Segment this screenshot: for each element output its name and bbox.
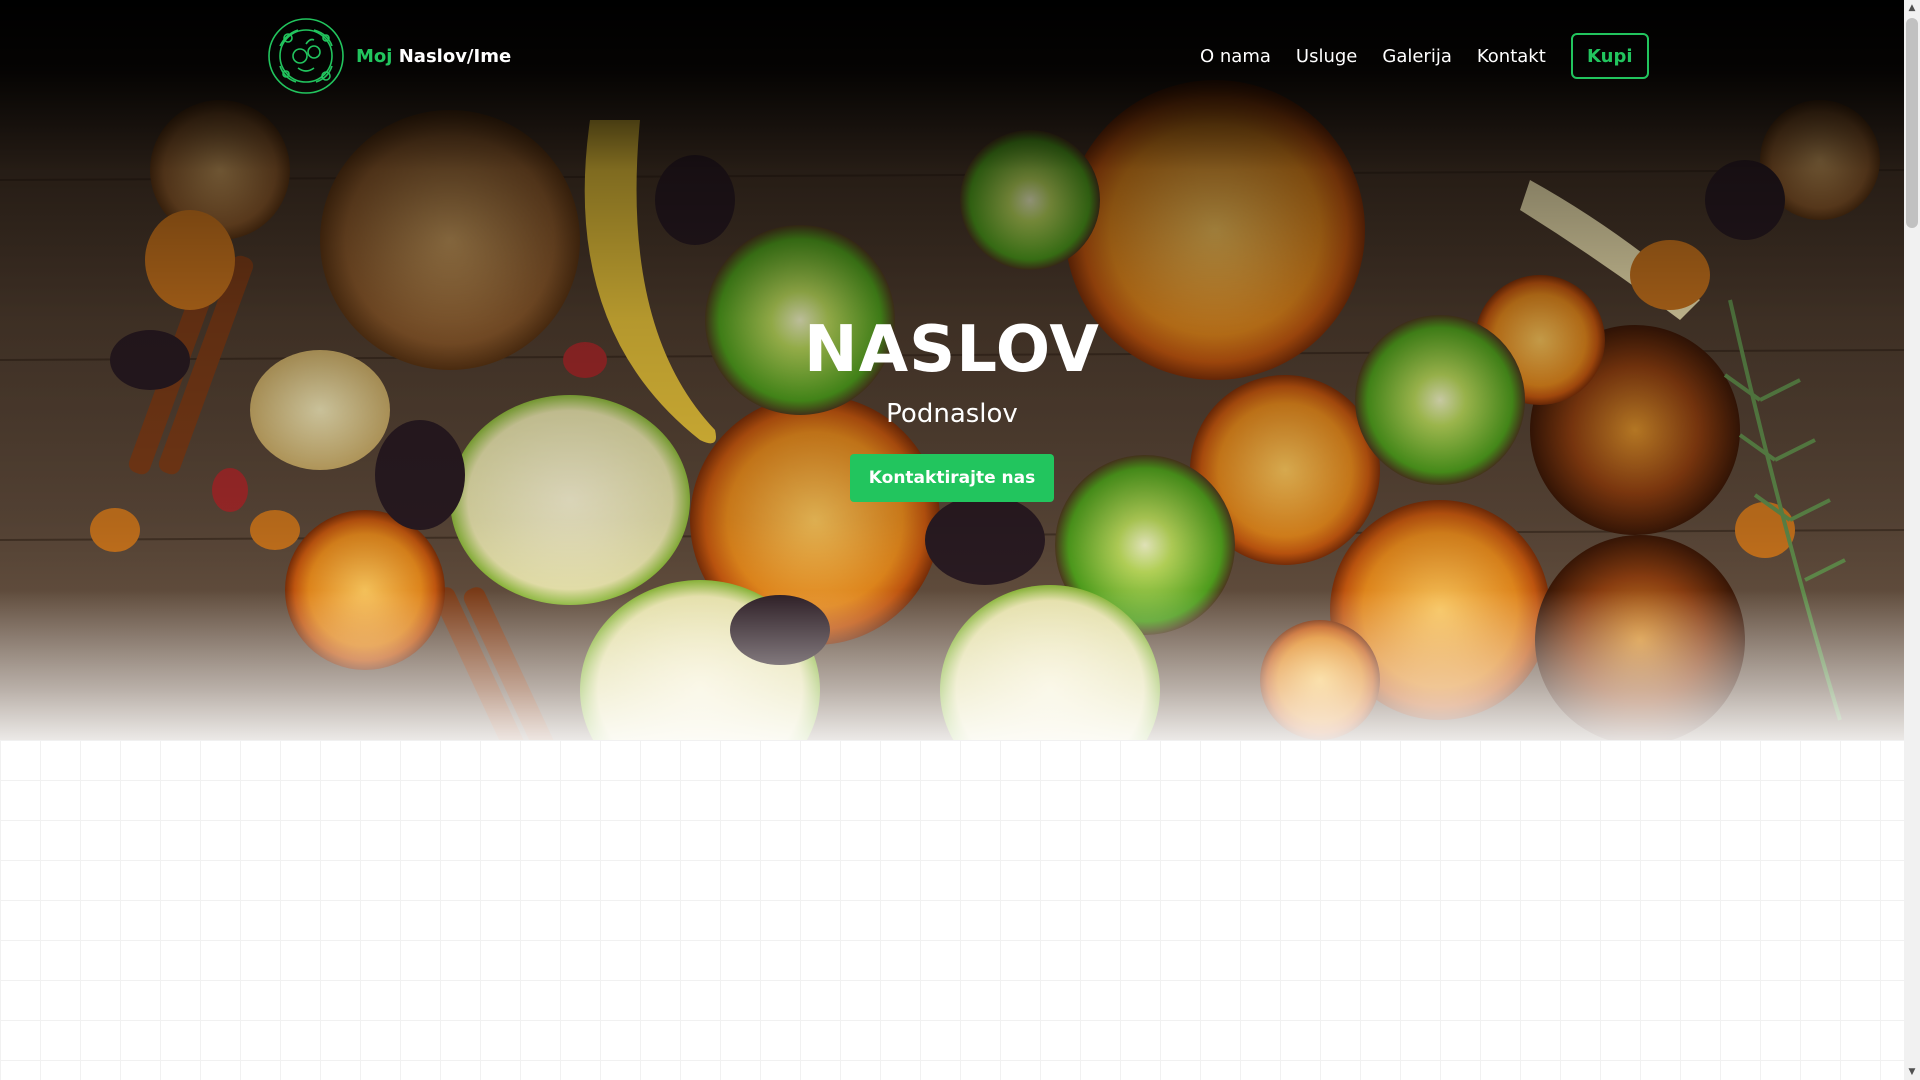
nav-link-o-nama[interactable]: O nama	[1200, 46, 1271, 67]
page-scrollbar[interactable]: ▲ ▼	[1904, 0, 1920, 1080]
content-grid-background	[0, 740, 1904, 1080]
contact-us-button[interactable]: Kontaktirajte nas	[850, 454, 1054, 502]
buy-button[interactable]: Kupi	[1570, 33, 1649, 79]
brand[interactable]: Moj Naslov/Ime	[266, 15, 511, 97]
hero-content: NASLOV Podnaslov Kontaktirajte nas	[0, 308, 1904, 502]
nav-link-usluge[interactable]: Usluge	[1296, 46, 1357, 67]
hero-title: NASLOV	[804, 313, 1100, 387]
brand-title: Moj Naslov/Ime	[356, 46, 511, 67]
nav-menu: O nama Usluge Galerija Kontakt Kupi	[1200, 0, 1649, 112]
scrollbar-thumb[interactable]	[1906, 18, 1918, 228]
arrow-down-icon[interactable]: ▼	[1904, 1064, 1920, 1080]
page-viewport: Moj Naslov/Ime O nama Usluge Galerija Ko…	[0, 0, 1904, 1080]
brand-name: Naslov/Ime	[398, 45, 512, 67]
fruit-vegetable-wreath-logo-icon	[268, 18, 344, 94]
brand-prefix: Moj	[356, 45, 393, 67]
nav-link-galerija[interactable]: Galerija	[1382, 46, 1452, 67]
hero-subtitle: Podnaslov	[886, 399, 1018, 429]
nav-link-kontakt[interactable]: Kontakt	[1477, 46, 1546, 67]
arrow-up-icon[interactable]: ▲	[1904, 0, 1920, 16]
navbar: Moj Naslov/Ime O nama Usluge Galerija Ko…	[0, 0, 1904, 112]
